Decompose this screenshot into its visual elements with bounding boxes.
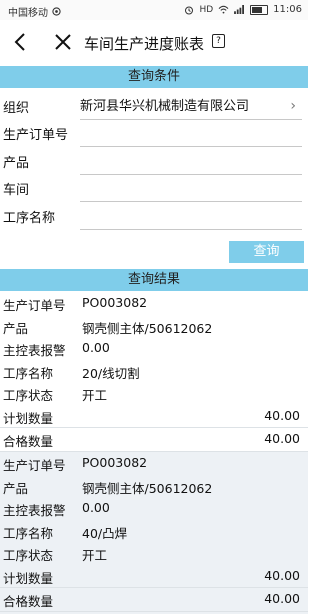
process-row: 工序名称 bbox=[0, 204, 308, 230]
result-record[interactable]: 生产订单号 PO003082 产品 钢壳侧主体/50612062 主控表报警 0… bbox=[0, 292, 308, 452]
process-input[interactable] bbox=[80, 204, 302, 230]
order-label: 生产订单号 bbox=[3, 458, 66, 473]
alarm-value: 0.00 bbox=[82, 500, 110, 515]
back-arrow-icon[interactable] bbox=[10, 31, 32, 53]
status-bar: 中国移动 HD 11:06 bbox=[0, 0, 308, 20]
alarm-label: 主控表报警 bbox=[3, 503, 66, 518]
result-row-process: 工序名称 40/凸焊 bbox=[0, 520, 308, 543]
process-label: 工序名称 bbox=[3, 525, 54, 541]
alarm-icon bbox=[185, 6, 194, 14]
carrier-label: 中国移动 bbox=[8, 8, 48, 19]
status-label: 工序状态 bbox=[3, 548, 54, 563]
qualified-label: 合格数量 bbox=[3, 434, 54, 449]
result-row-status: 工序状态 开工 bbox=[0, 382, 308, 405]
signal-icon bbox=[234, 5, 245, 14]
workshop-row: 车间 bbox=[0, 176, 308, 202]
result-row-product: 产品 钢壳侧主体/50612062 bbox=[0, 475, 308, 498]
alarm-value: 0.00 bbox=[82, 340, 110, 355]
result-row-planned: 计划数量 40.00 bbox=[0, 405, 308, 428]
wifi-icon bbox=[218, 5, 229, 14]
result-row-qualified: 合格数量 40.00 bbox=[0, 588, 308, 612]
battery-icon bbox=[250, 4, 269, 15]
process-label: 工序名称 bbox=[3, 211, 56, 226]
qualified-label: 合格数量 bbox=[3, 594, 54, 609]
results-section-header: 查询结果 bbox=[0, 269, 308, 291]
process-value: 20/线切割 bbox=[82, 365, 140, 381]
org-value: 新河县华兴机械制造有限公司 bbox=[80, 99, 250, 114]
product-label: 产品 bbox=[3, 320, 29, 336]
result-row-planned: 计划数量 40.00 bbox=[0, 565, 308, 588]
order-label: 生产订单号 bbox=[3, 128, 69, 143]
product-label: 产品 bbox=[3, 156, 30, 171]
order-value: PO003082 bbox=[82, 295, 148, 310]
result-row-process: 工序名称 20/线切割 bbox=[0, 360, 308, 383]
qualified-value: 40.00 bbox=[264, 431, 300, 446]
chevron-right-icon: › bbox=[290, 98, 296, 114]
order-label: 生产订单号 bbox=[3, 298, 66, 313]
query-section-header: 查询条件 bbox=[0, 66, 308, 88]
help-icon[interactable]: ? bbox=[212, 34, 225, 48]
qualified-value: 40.00 bbox=[264, 591, 300, 606]
planned-label: 计划数量 bbox=[3, 410, 54, 426]
nav-bar: 车间生产进度账表 ? bbox=[0, 20, 308, 66]
org-label: 组织 bbox=[3, 101, 30, 116]
page-title: 车间生产进度账表 bbox=[84, 35, 205, 53]
planned-value: 40.00 bbox=[264, 407, 300, 423]
product-label: 产品 bbox=[3, 480, 29, 496]
status-value: 开工 bbox=[82, 388, 108, 403]
result-row-status: 工序状态 开工 bbox=[0, 542, 308, 565]
result-row-order: 生产订单号 PO003082 bbox=[0, 452, 308, 475]
result-row-product: 产品 钢壳侧主体/50612062 bbox=[0, 315, 308, 338]
query-button[interactable]: 查询 bbox=[229, 241, 304, 263]
workshop-input[interactable] bbox=[80, 176, 302, 202]
product-row: 产品 bbox=[0, 149, 308, 175]
hd-icon: HD bbox=[199, 4, 214, 15]
workshop-label: 车间 bbox=[3, 183, 30, 198]
clock-label: 11:06 bbox=[273, 4, 302, 15]
order-row: 生产订单号 bbox=[0, 121, 308, 147]
result-row-qualified: 合格数量 40.00 bbox=[0, 428, 308, 452]
status-label: 工序状态 bbox=[3, 388, 54, 403]
product-value: 钢壳侧主体/50612062 bbox=[82, 480, 213, 496]
planned-value: 40.00 bbox=[264, 567, 300, 583]
process-label: 工序名称 bbox=[3, 365, 54, 381]
result-record[interactable]: 生产订单号 PO003082 产品 钢壳侧主体/50612062 主控表报警 0… bbox=[0, 452, 308, 614]
order-value: PO003082 bbox=[82, 455, 148, 470]
close-icon[interactable] bbox=[52, 31, 74, 53]
result-row-alarm: 主控表报警 0.00 bbox=[0, 337, 308, 360]
result-row-alarm: 主控表报警 0.00 bbox=[0, 497, 308, 520]
org-select[interactable]: 新河县华兴机械制造有限公司 › bbox=[80, 94, 302, 120]
alarm-label: 主控表报警 bbox=[3, 343, 66, 358]
order-input[interactable] bbox=[80, 121, 302, 147]
status-value: 开工 bbox=[82, 548, 108, 563]
org-row[interactable]: 组织 新河县华兴机械制造有限公司 › bbox=[0, 94, 308, 120]
planned-label: 计划数量 bbox=[3, 570, 54, 586]
location-icon bbox=[52, 7, 61, 16]
result-row-order: 生产订单号 PO003082 bbox=[0, 292, 308, 315]
product-input[interactable] bbox=[80, 149, 302, 175]
process-value: 40/凸焊 bbox=[82, 525, 128, 541]
product-value: 钢壳侧主体/50612062 bbox=[82, 320, 213, 336]
